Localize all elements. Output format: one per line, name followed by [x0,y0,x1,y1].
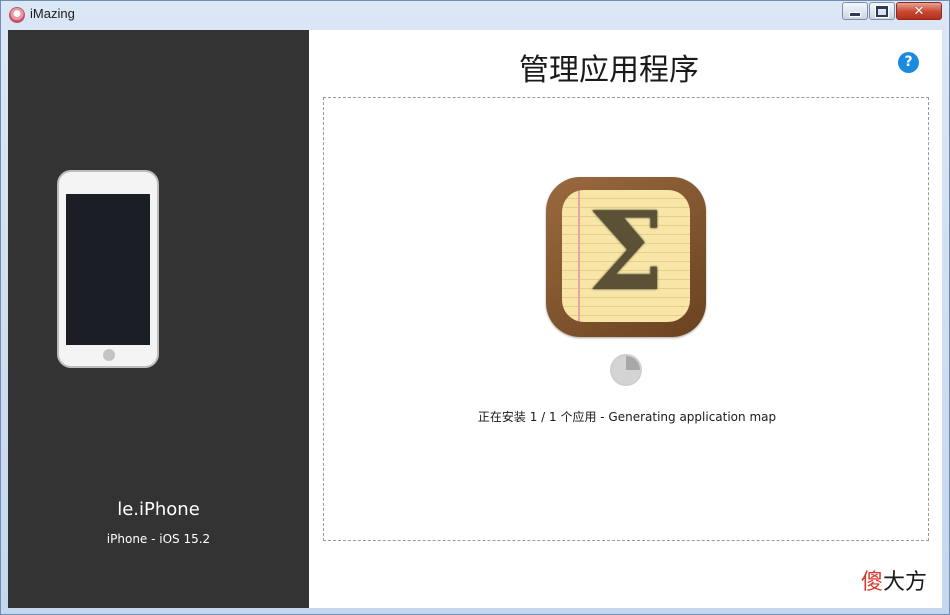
device-sidebar: le.iPhone iPhone - iOS 15.2 [8,30,309,608]
iphone-device-icon[interactable] [57,170,159,368]
minimize-button[interactable] [842,2,868,20]
main-content: le.iPhone iPhone - iOS 15.2 管理应用程序 ? Σ 正… [8,30,942,608]
phone-screen [66,194,150,345]
maximize-icon [875,4,889,18]
watermark-part2: 大方 [883,570,928,595]
sigma-glyph: Σ [587,190,665,315]
help-icon[interactable]: ? [898,52,919,73]
watermark-logo: 傻大方 [861,564,927,596]
install-status-text: 正在安装 1 / 1 个应用 - Generating application … [477,410,777,424]
maximize-button[interactable] [869,2,895,20]
title-bar[interactable]: iMazing ✕ [1,1,949,29]
close-button[interactable]: ✕ [896,2,942,20]
watermark-part1: 傻 [861,570,884,595]
minimize-icon [849,11,861,17]
home-button-icon [103,349,115,361]
app-window: iMazing ✕ le.iPhone iPhone - iOS 15.2 管理… [0,0,950,615]
window-title: iMazing [30,6,75,21]
sigma-notebook-app-icon: Σ [546,177,706,337]
pie-progress-spinner [610,354,642,386]
close-icon: ✕ [913,3,925,19]
device-info: iPhone - iOS 15.2 [106,532,211,546]
page-title: 管理应用程序 [519,53,699,88]
imazing-app-icon [9,7,25,23]
install-panel: Σ 正在安装 1 / 1 个应用 - Generating applicatio… [323,97,929,541]
device-name: le.iPhone [117,499,200,520]
note-paper: Σ [562,190,690,322]
